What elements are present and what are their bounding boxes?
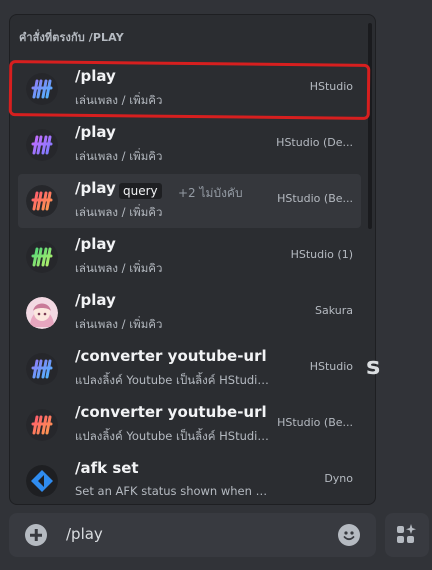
hstudio-avatar-icon: [26, 409, 58, 441]
background-partial-glyph: s: [366, 352, 381, 380]
sakura-avatar: [26, 297, 58, 329]
command-name: /afk set: [75, 459, 139, 477]
command-source: HStudio (Be...: [277, 416, 353, 429]
command-row[interactable]: /play เล่นเพลง / เพิ่มคิว HStudio: [18, 62, 361, 116]
apps-icon: [397, 524, 416, 543]
command-name: /converter youtube-url: [75, 403, 267, 421]
command-row[interactable]: /play เล่นเพลง / เพิ่มคิว HStudio (De...: [18, 118, 361, 172]
command-source: HStudio (De...: [276, 136, 353, 149]
command-name: /play: [75, 67, 116, 85]
command-description: เล่นเพลง / เพิ่มคิว: [75, 261, 163, 275]
command-source: HStudio: [309, 360, 353, 373]
command-row[interactable]: /afk set Set an AFK status shown when yo…: [18, 454, 361, 504]
command-name: /play: [75, 235, 116, 253]
command-description: เล่นเพลง / เพิ่มคิว: [75, 317, 163, 331]
option-pill: query: [119, 183, 162, 199]
command-name: /play: [75, 179, 116, 197]
command-description: แปลงลิ้งค์ Youtube เป็นลิ้งค์ HStudio ..…: [75, 429, 271, 443]
command-name: /play: [75, 291, 116, 309]
popup-scrollbar[interactable]: [368, 23, 372, 229]
command-description: แปลงลิ้งค์ Youtube เป็นลิ้งค์ HStudio ..…: [75, 373, 271, 387]
command-autocomplete-popup: คำสั่งที่ตรงกับ /PLAY /play เล่นเพลง / เ…: [9, 14, 376, 505]
hstudio-avatar-icon: [26, 73, 58, 105]
plus-icon[interactable]: [25, 524, 47, 546]
command-row[interactable]: /converter youtube-url แปลงลิ้งค์ Youtub…: [18, 342, 361, 396]
hstudio-avatar-icon: [26, 185, 58, 217]
optional-options-count: +2 ไม่บังคับ: [178, 186, 243, 200]
command-description: เล่นเพลง / เพิ่มคิว: [75, 205, 163, 219]
message-input[interactable]: /play: [66, 525, 103, 543]
command-source: HStudio: [309, 80, 353, 93]
emoji-icon[interactable]: [338, 524, 360, 546]
command-source: HStudio (1): [290, 248, 353, 261]
command-description: เล่นเพลง / เพิ่มคิว: [75, 93, 163, 107]
command-row[interactable]: /play เล่นเพลง / เพิ่มคิว Sakura: [18, 286, 361, 340]
command-source: Dyno: [324, 472, 353, 485]
command-name: /converter youtube-url: [75, 347, 267, 365]
command-row-selected[interactable]: /play query +2 ไม่บังคับ เล่นเพลง / เพิ่…: [18, 174, 361, 228]
command-source: Sakura: [315, 304, 353, 317]
hstudio-avatar-icon: [26, 353, 58, 385]
popup-header: คำสั่งที่ตรงกับ /PLAY: [19, 31, 124, 44]
command-source: HStudio (Be...: [277, 192, 353, 205]
hstudio-avatar-icon: [26, 129, 58, 161]
command-description: Set an AFK status shown when you'...: [75, 484, 271, 498]
command-row[interactable]: /converter youtube-url แปลงลิ้งค์ Youtub…: [18, 398, 361, 452]
apps-button[interactable]: [385, 513, 429, 557]
message-input-bar[interactable]: /play: [9, 513, 376, 557]
command-row[interactable]: /play เล่นเพลง / เพิ่มคิว HStudio (1): [18, 230, 361, 284]
command-name: /play: [75, 123, 116, 141]
dyno-icon: [26, 465, 58, 497]
command-description: เล่นเพลง / เพิ่มคิว: [75, 149, 163, 163]
hstudio-avatar-icon: [26, 241, 58, 273]
